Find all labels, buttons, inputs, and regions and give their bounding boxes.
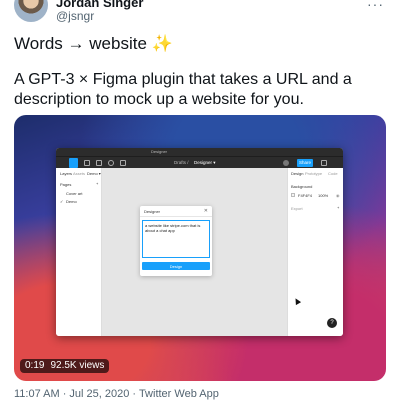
video-player[interactable]: Designer Drafts / Designer ▾ Share Layer… [14,115,386,381]
file-name[interactable]: Designer ▾ [194,160,216,166]
tab-code[interactable]: Code [328,171,338,176]
background-heading: Background [291,184,313,189]
title-bar: Designer [56,148,343,156]
tweet-timestamp[interactable]: 11:07 AM · Jul 25, 2020 · Twitter Web Ap… [14,388,219,400]
tab-design[interactable]: Design [291,171,303,176]
tab-demo[interactable]: Demo ▾ [87,171,101,176]
author-handle[interactable]: @jsngr [56,9,94,23]
divider [140,216,212,217]
help-icon[interactable]: ? [327,318,337,328]
tab-prototype[interactable]: Prototype [305,171,322,176]
share-button[interactable]: Share [297,159,313,167]
color-swatch-icon[interactable] [291,193,295,197]
avatar-icon [283,160,289,166]
tweet-first-line: Words → website ✨ [14,34,173,53]
pages-heading: Pages [60,182,72,187]
move-tool-icon[interactable] [69,158,78,168]
pen-tool-icon[interactable] [108,160,114,166]
visibility-icon[interactable]: ◉ [336,193,340,198]
close-icon[interactable]: ✕ [204,208,208,214]
window-title: Designer [151,149,168,154]
video-time: 0:19 [25,360,45,371]
check-icon: ✓ [60,199,64,204]
tab-assets[interactable]: Assets [73,171,85,176]
avatar[interactable] [14,0,48,22]
frame-tool-icon[interactable] [84,160,90,166]
more-icon[interactable]: ··· [367,0,384,12]
plugin-dialog: Designer ✕ Design [140,206,212,276]
add-export-icon[interactable]: + [337,205,339,210]
plugin-title: Designer [144,209,161,214]
text-tool-icon[interactable] [120,160,126,166]
tab-layers[interactable]: Layers [60,171,72,176]
page-cover-art[interactable]: Cover art [66,191,82,196]
canvas[interactable]: Designer ✕ Design [102,168,287,336]
description-input[interactable] [142,220,210,258]
design-button[interactable]: Design [142,262,210,270]
background-hex[interactable]: F4F4F4 [298,193,312,198]
page-demo[interactable]: Demo [66,199,77,204]
breadcrumb: Drafts / [174,160,189,165]
export-heading: Export [291,206,303,211]
background-opacity[interactable]: 100% [318,193,328,198]
shape-tool-icon[interactable] [96,160,102,166]
figma-toolbar: Drafts / Designer ▾ Share [56,156,343,168]
left-panel: Layers Assets Demo ▾ Pages + Cover art ✓… [56,168,102,336]
play-icon[interactable] [321,160,327,166]
right-panel: Design Prototype Code Background F4F4F4 … [287,168,343,336]
video-time-badge: 0:19 92.5K views [20,359,110,373]
video-views: 92.5K views [50,360,105,371]
tweet-text: A GPT-3 × Figma plugin that takes a URL … [14,71,352,108]
figma-window: Designer Drafts / Designer ▾ Share Layer… [56,148,343,336]
add-page-icon[interactable]: + [96,181,98,186]
